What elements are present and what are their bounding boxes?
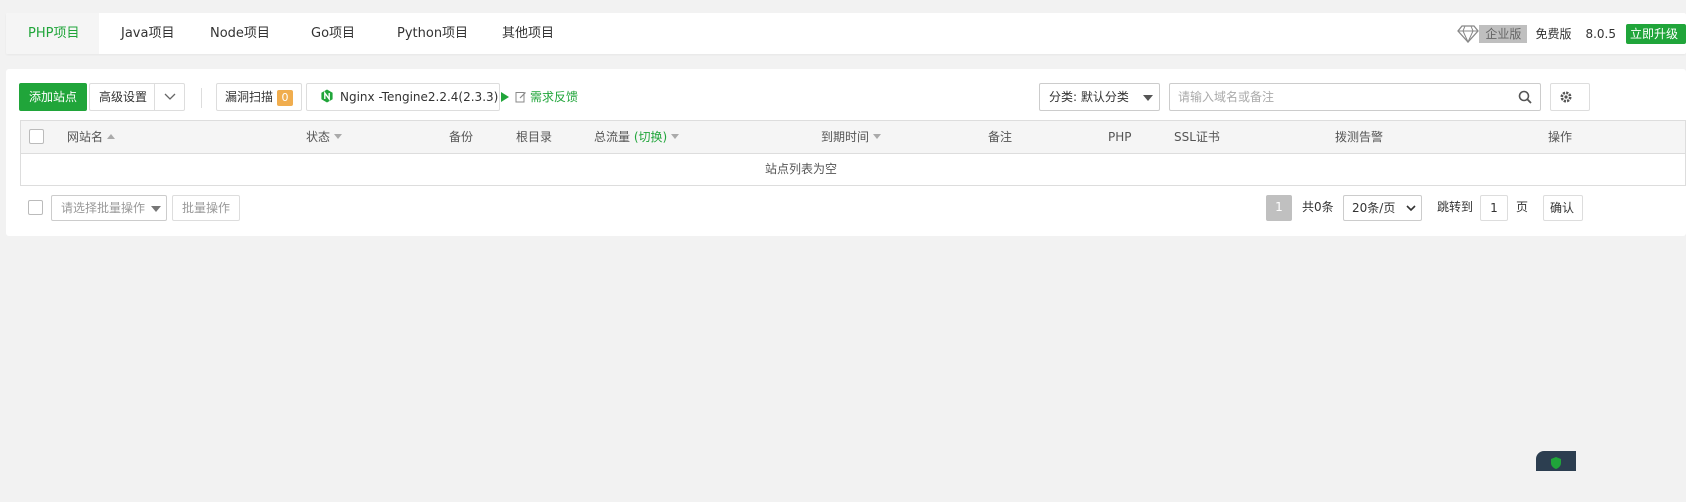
category-select-value: 分类: 默认分类 — [1049, 90, 1129, 104]
tab-java[interactable]: Java项目 — [121, 13, 174, 54]
nginx-label: Nginx -Tengine2.2.4(2.3.3) — [340, 90, 499, 104]
empty-row: 站点列表为空 — [764, 162, 837, 176]
sort-desc-icon — [671, 134, 680, 139]
version-label: 8.0.5 — [1585, 26, 1616, 41]
col-probe-alert: 拨测告警 — [1335, 130, 1384, 144]
tab-php[interactable]: PHP项目 — [6, 13, 99, 54]
page-current[interactable]: 1 — [1266, 195, 1292, 221]
upgrade-button[interactable]: 立即升级 — [1626, 23, 1686, 44]
diamond-icon — [1457, 24, 1480, 43]
caret-down-icon — [151, 206, 161, 212]
advanced-settings-button[interactable]: 高级设置 — [89, 83, 157, 111]
page-unit-label: 页 — [1516, 200, 1529, 214]
site-list-panel: 添加站点 高级设置 漏洞扫描 0 Nginx -Tengine2.2.4(2.3.… — [6, 69, 1686, 236]
advanced-dropdown-toggle[interactable] — [154, 83, 185, 111]
page-size-value: 20条/页 — [1352, 201, 1396, 215]
col-backup: 备份 — [449, 130, 474, 144]
search-input[interactable] — [1169, 83, 1541, 111]
enterprise-badge[interactable]: 企业版 — [1479, 24, 1528, 43]
vuln-scan-label: 漏洞扫描 — [225, 90, 274, 104]
col-root-dir: 根目录 — [516, 130, 553, 144]
site-table: 网站名 状态 备份 根目录 总流量 (切换) 到期时间 备注 PHP SSL证书… — [20, 120, 1686, 186]
col-traffic[interactable]: 总流量 (切换) — [594, 121, 680, 154]
vuln-scan-button[interactable]: 漏洞扫描 0 — [216, 83, 303, 111]
category-select[interactable]: 分类: 默认分类 — [1039, 83, 1160, 111]
gear-icon — [1560, 91, 1572, 103]
footer-select-all-checkbox[interactable] — [28, 200, 43, 215]
settings-button[interactable] — [1550, 83, 1590, 111]
feedback-link[interactable]: 需求反馈 — [515, 83, 578, 111]
free-edition-label: 免费版 — [1535, 27, 1572, 41]
add-site-button[interactable]: 添加站点 — [19, 83, 88, 111]
batch-action-placeholder: 请选择批量操作 — [61, 201, 146, 215]
batch-action-select[interactable]: 请选择批量操作 — [51, 195, 167, 221]
project-tabs-bar: PHP项目 Java项目 Node项目 Go项目 Python项目 其他项目 企… — [6, 13, 1686, 54]
tab-other[interactable]: 其他项目 — [502, 13, 554, 54]
jump-confirm-button[interactable]: 确认 — [1543, 195, 1583, 221]
caret-down-icon — [1143, 95, 1153, 101]
col-expire[interactable]: 到期时间 — [821, 121, 882, 154]
toolbar-divider — [201, 88, 202, 108]
col-status[interactable]: 状态 — [306, 121, 343, 154]
tab-go[interactable]: Go项目 — [311, 13, 355, 54]
nginx-icon — [321, 89, 333, 103]
shield-icon — [1551, 457, 1561, 469]
chevron-down-icon — [164, 93, 176, 100]
tab-python[interactable]: Python项目 — [397, 13, 468, 54]
search-icon[interactable] — [1518, 90, 1532, 104]
jump-page-input[interactable]: 1 — [1480, 195, 1508, 221]
select-all-checkbox[interactable] — [29, 129, 44, 144]
vuln-count-badge: 0 — [277, 90, 294, 106]
edit-icon — [515, 92, 526, 103]
page-size-select[interactable]: 20条/页 — [1343, 195, 1422, 221]
table-header: 网站名 状态 备份 根目录 总流量 (切换) 到期时间 备注 PHP SSL证书… — [21, 121, 1685, 154]
feedback-label: 需求反馈 — [530, 90, 579, 104]
play-icon — [501, 92, 510, 102]
floating-helper-button[interactable] — [1536, 451, 1576, 471]
col-site-name[interactable]: 网站名 — [67, 121, 116, 154]
chevron-down-icon — [1406, 205, 1416, 212]
sort-desc-icon — [873, 134, 882, 139]
tab-node[interactable]: Node项目 — [210, 13, 270, 54]
col-ssl: SSL证书 — [1174, 130, 1220, 144]
col-php: PHP — [1108, 130, 1132, 144]
edition-info: 企业版 免费版 8.0.5 立即升级 — [1457, 13, 1686, 54]
col-actions: 操作 — [1548, 130, 1573, 144]
nginx-service-button[interactable]: Nginx -Tengine2.2.4(2.3.3) — [306, 83, 510, 111]
jump-to-label: 跳转到 — [1437, 200, 1474, 214]
traffic-switch-link[interactable]: (切换) — [634, 130, 667, 144]
col-remark: 备注 — [988, 130, 1013, 144]
batch-action-button[interactable]: 批量操作 — [172, 195, 241, 221]
sort-asc-icon — [107, 134, 116, 139]
sort-desc-icon — [334, 134, 343, 139]
total-count: 共0条 — [1302, 200, 1334, 214]
